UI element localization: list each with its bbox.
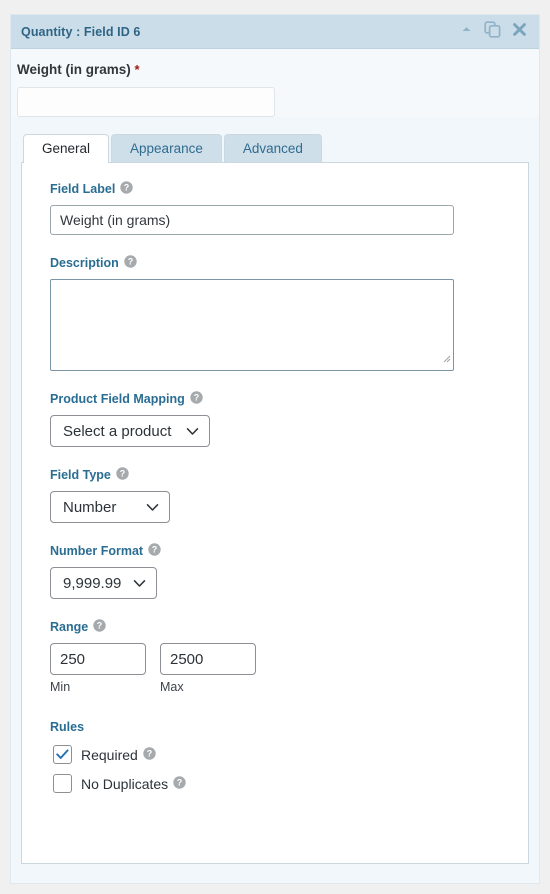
svg-text:?: ? <box>128 257 134 267</box>
field-group-number-format: Number Format ? 9,999.99 <box>50 543 506 599</box>
help-icon[interactable]: ? <box>190 391 203 407</box>
label-product-field-mapping-text: Product Field Mapping <box>50 392 185 406</box>
required-label-text: Required <box>81 747 138 763</box>
panel-header-actions <box>460 21 531 43</box>
svg-text:?: ? <box>97 621 103 631</box>
svg-text:?: ? <box>124 183 130 193</box>
label-description: Description ? <box>50 255 506 271</box>
help-icon[interactable]: ? <box>148 543 161 559</box>
preview-label-text: Weight (in grams) <box>17 62 131 77</box>
no-duplicates-label: No Duplicates ? <box>81 776 186 792</box>
field-preview: Weight (in grams) * <box>11 49 539 117</box>
description-textarea[interactable] <box>50 279 454 371</box>
help-icon[interactable]: ? <box>173 776 186 792</box>
collapse-triangle-icon[interactable] <box>460 23 473 41</box>
description-wrapper <box>50 279 454 371</box>
field-label-input[interactable] <box>50 205 454 235</box>
rule-required: Required ? <box>53 745 506 764</box>
product-field-mapping-value: Select a product <box>63 423 171 440</box>
product-field-mapping-select[interactable]: Select a product <box>50 415 210 447</box>
range-min-input[interactable] <box>50 643 146 675</box>
no-duplicates-label-text: No Duplicates <box>81 776 168 792</box>
field-type-select[interactable]: Number <box>50 491 170 523</box>
label-field-label-text: Field Label <box>50 182 115 196</box>
number-format-select[interactable]: 9,999.99 <box>50 567 157 599</box>
range-max-input[interactable] <box>160 643 256 675</box>
range-min-caption: Min <box>50 680 146 694</box>
rule-no-duplicates: No Duplicates ? <box>53 774 506 793</box>
label-range-text: Range <box>50 620 88 634</box>
no-duplicates-checkbox[interactable] <box>53 774 72 793</box>
number-format-value: 9,999.99 <box>63 575 121 592</box>
range-row: Min Max <box>50 643 506 694</box>
svg-text:?: ? <box>152 545 158 555</box>
field-group-product-field-mapping: Product Field Mapping ? Select a product <box>50 391 506 447</box>
label-number-format-text: Number Format <box>50 544 143 558</box>
preview-input[interactable] <box>17 87 275 117</box>
help-icon[interactable]: ? <box>143 747 156 763</box>
field-type-value: Number <box>63 499 116 516</box>
label-description-text: Description <box>50 256 119 270</box>
label-field-type: Field Type ? <box>50 467 506 483</box>
svg-text:?: ? <box>120 469 126 479</box>
duplicate-icon[interactable] <box>484 21 501 43</box>
svg-text:?: ? <box>147 748 153 758</box>
help-icon[interactable]: ? <box>93 619 106 635</box>
range-max-caption: Max <box>160 680 256 694</box>
field-group-field-label: Field Label ? <box>50 181 506 235</box>
field-group-description: Description ? <box>50 255 506 371</box>
svg-text:?: ? <box>177 777 183 787</box>
tab-advanced[interactable]: Advanced <box>224 134 322 162</box>
required-checkbox[interactable] <box>53 745 72 764</box>
chevron-down-icon <box>133 575 146 592</box>
chevron-down-icon <box>146 499 159 516</box>
settings-tabs: General Appearance Advanced <box>23 134 539 162</box>
label-field-label: Field Label ? <box>50 181 506 197</box>
preview-field-label: Weight (in grams) * <box>17 62 539 77</box>
help-icon[interactable]: ? <box>124 255 137 271</box>
panel-title: Quantity : Field ID 6 <box>21 25 140 39</box>
svg-text:?: ? <box>193 393 199 403</box>
field-group-field-type: Field Type ? Number <box>50 467 506 523</box>
required-asterisk: * <box>135 62 140 77</box>
tab-appearance[interactable]: Appearance <box>111 134 222 162</box>
help-icon[interactable]: ? <box>116 467 129 483</box>
range-min: Min <box>50 643 146 694</box>
label-rules: Rules <box>50 720 506 734</box>
close-icon[interactable] <box>512 22 527 42</box>
field-settings-panel: Quantity : Field ID 6 Weight (in grams) … <box>10 14 540 884</box>
panel-header: Quantity : Field ID 6 <box>11 15 539 49</box>
help-icon[interactable]: ? <box>120 181 133 197</box>
label-field-type-text: Field Type <box>50 468 111 482</box>
chevron-down-icon <box>186 423 199 440</box>
tab-panel-general: Field Label ? Description ? <box>21 162 529 864</box>
tab-general[interactable]: General <box>23 134 109 162</box>
range-max: Max <box>160 643 256 694</box>
label-product-field-mapping: Product Field Mapping ? <box>50 391 506 407</box>
label-range: Range ? <box>50 619 506 635</box>
label-number-format: Number Format ? <box>50 543 506 559</box>
required-label: Required ? <box>81 747 156 763</box>
field-group-rules: Rules Required ? No Duplicates ? <box>50 720 506 793</box>
field-group-range: Range ? Min Max <box>50 619 506 694</box>
